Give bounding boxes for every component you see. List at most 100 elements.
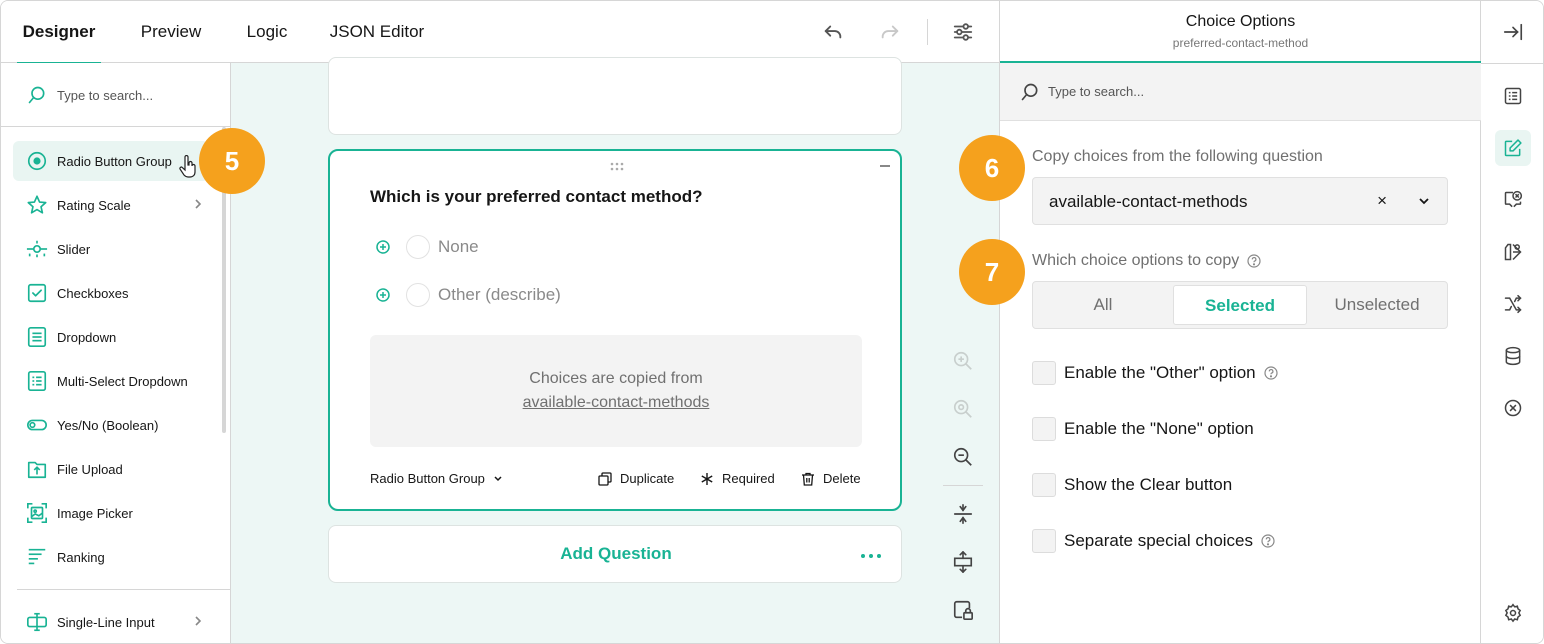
- checkbox-label: Separate special choices: [1064, 531, 1254, 550]
- choice-item: None: [376, 232, 479, 262]
- toolbox-item-checkboxes[interactable]: Checkboxes: [13, 273, 209, 313]
- separate-special-checkbox[interactable]: [1032, 529, 1056, 553]
- star-icon: [25, 193, 49, 217]
- previous-question-card[interactable]: [328, 57, 902, 135]
- step-badge-7: 7: [959, 239, 1025, 305]
- choice-radio[interactable]: [406, 235, 430, 259]
- tab-logic[interactable]: Logic: [241, 1, 293, 63]
- sidebar-divider: [1481, 63, 1543, 64]
- help-icon[interactable]: [1261, 534, 1275, 548]
- clear-circle-icon[interactable]: [1495, 390, 1531, 426]
- duplicate-button[interactable]: Duplicate: [598, 471, 674, 486]
- toggle-icon: [25, 413, 49, 437]
- toolbox-item-boolean[interactable]: Yes/No (Boolean): [13, 405, 209, 445]
- add-choice-icon[interactable]: [376, 288, 390, 302]
- toolbox-item-label: Rating Scale: [57, 197, 131, 213]
- help-icon[interactable]: [1247, 254, 1261, 268]
- multiselect-icon: [25, 369, 49, 393]
- enable-none-checkbox[interactable]: [1032, 417, 1056, 441]
- data-icon[interactable]: [1495, 338, 1531, 374]
- question-title[interactable]: Which is your preferred contact method?: [370, 187, 703, 207]
- which-choices-label-text: Which choice options to copy: [1032, 252, 1240, 269]
- expand-all-icon[interactable]: [949, 548, 977, 576]
- validation-icon[interactable]: [1495, 182, 1531, 218]
- segment-all[interactable]: All: [1036, 285, 1170, 325]
- add-choice-icon[interactable]: [376, 240, 390, 254]
- chevron-right-icon[interactable]: [193, 197, 203, 216]
- property-panel-header: Choice Options preferred-contact-method: [1000, 1, 1481, 63]
- question-type-selector[interactable]: Radio Button Group: [370, 471, 503, 486]
- tab-preview[interactable]: Preview: [135, 1, 207, 63]
- right-sidebar: [1481, 1, 1543, 643]
- toolbox-item-label: Ranking: [57, 549, 105, 565]
- toolbox-item-slider[interactable]: Slider: [13, 229, 209, 269]
- copied-source-link[interactable]: available-contact-methods: [523, 394, 710, 411]
- slider-icon: [25, 237, 49, 261]
- tab-json-editor[interactable]: JSON Editor: [327, 1, 427, 63]
- toolbox-item-image-picker[interactable]: Image Picker: [13, 493, 209, 533]
- clear-icon[interactable]: ×: [1377, 191, 1387, 211]
- toolbox-search[interactable]: Type to search...: [1, 63, 231, 127]
- show-clear-checkbox[interactable]: [1032, 473, 1056, 497]
- toolbox-item-label: Checkboxes: [57, 285, 129, 301]
- gear-icon[interactable]: [1495, 595, 1531, 631]
- lock-question-icon[interactable]: [949, 596, 977, 624]
- collapse-all-icon[interactable]: [949, 500, 977, 528]
- choices-layout-icon[interactable]: [1495, 234, 1531, 270]
- choice-label[interactable]: Other (describe): [438, 285, 561, 305]
- search-icon: [1021, 83, 1038, 101]
- chevron-down-icon: [494, 475, 502, 481]
- logic-icon[interactable]: [1495, 286, 1531, 322]
- delete-button[interactable]: Delete: [801, 471, 861, 486]
- toolbox-item-rating-scale[interactable]: Rating Scale: [13, 185, 209, 225]
- copy-choices-dropdown[interactable]: available-contact-methods ×: [1032, 177, 1448, 225]
- property-search[interactable]: Type to search...: [1000, 63, 1481, 121]
- segment-unselected[interactable]: Unselected: [1310, 285, 1444, 325]
- toolbox-item-ranking[interactable]: Ranking: [13, 537, 209, 577]
- toolbox-item-label: File Upload: [57, 461, 123, 477]
- survey-settings-icon[interactable]: [1495, 78, 1531, 114]
- segment-selected[interactable]: Selected: [1173, 285, 1307, 325]
- drag-handle-icon[interactable]: [610, 159, 624, 177]
- tab-designer[interactable]: Designer: [17, 1, 101, 64]
- edit-question-icon[interactable]: [1495, 130, 1531, 166]
- toolbox-item-label: Dropdown: [57, 329, 117, 345]
- required-label: Required: [722, 471, 775, 486]
- settings-sliders-icon[interactable]: [948, 17, 978, 47]
- chevron-down-icon[interactable]: [1417, 196, 1431, 206]
- copy-choices-value: available-contact-methods: [1049, 192, 1248, 211]
- property-panel: Choice Options preferred-contact-method …: [999, 1, 1481, 643]
- choice-item: Other (describe): [376, 280, 561, 310]
- toolbox-item-dropdown[interactable]: Dropdown: [13, 317, 209, 357]
- zoom-reset-icon[interactable]: [949, 395, 977, 423]
- zoom-divider: [943, 485, 983, 486]
- redo-icon[interactable]: [875, 17, 905, 47]
- collapse-icon[interactable]: [880, 165, 890, 167]
- toolbox-item-multi-select-dropdown[interactable]: Multi-Select Dropdown: [13, 361, 209, 401]
- add-question-button[interactable]: Add Question: [329, 544, 903, 564]
- collapse-panel-icon[interactable]: [1495, 14, 1531, 50]
- required-button[interactable]: Required: [700, 471, 775, 486]
- toolbox-search-placeholder: Type to search...: [57, 88, 154, 103]
- search-icon: [28, 86, 45, 104]
- add-question-bar: Add Question: [328, 525, 902, 583]
- more-options-icon[interactable]: [861, 554, 881, 558]
- checkbox-row-show-clear: Show the Clear button: [1032, 472, 1232, 498]
- duplicate-label: Duplicate: [620, 471, 675, 486]
- toolbox-item-radio-button-group[interactable]: Radio Button Group: [13, 141, 209, 181]
- help-icon[interactable]: [1264, 366, 1278, 380]
- undo-icon[interactable]: [818, 17, 848, 47]
- chevron-right-icon[interactable]: [193, 614, 203, 633]
- toolbox-item-file-upload[interactable]: File Upload: [13, 449, 209, 489]
- choice-radio[interactable]: [406, 283, 430, 307]
- zoom-out-icon[interactable]: [949, 443, 977, 471]
- choice-label[interactable]: None: [438, 237, 479, 257]
- design-canvas: Which is your preferred contact method? …: [231, 57, 999, 643]
- toolbox-item-label: Yes/No (Boolean): [57, 417, 159, 433]
- enable-other-checkbox[interactable]: [1032, 361, 1056, 385]
- toolbox-divider: [17, 589, 231, 590]
- question-card-selected[interactable]: Which is your preferred contact method? …: [328, 149, 902, 511]
- toolbox-item-single-line-input[interactable]: Single-Line Input: [13, 602, 209, 642]
- toolbox-item-label: Image Picker: [57, 505, 133, 521]
- zoom-in-icon[interactable]: [949, 347, 977, 375]
